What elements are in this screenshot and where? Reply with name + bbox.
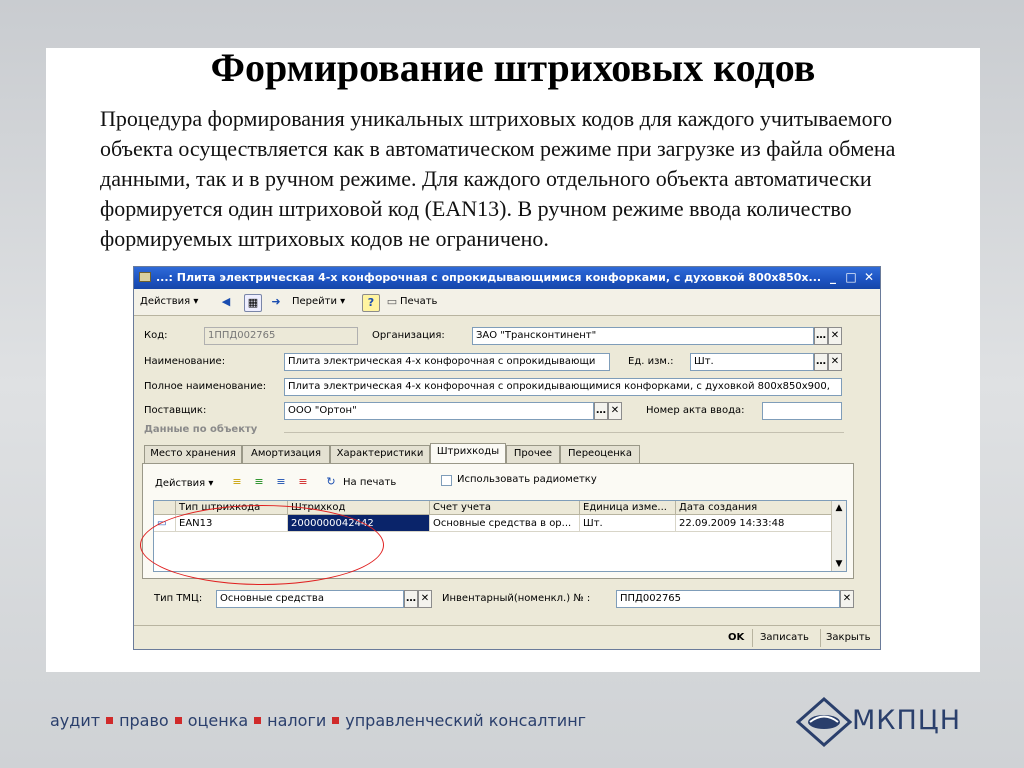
- scroll-up-icon[interactable]: ▲: [832, 501, 846, 515]
- window-title: ...: Плита электрическая 4-х конфорочная…: [156, 271, 822, 284]
- copy-row-icon[interactable]: ≡: [251, 474, 267, 490]
- save-button[interactable]: Записать: [760, 631, 809, 645]
- printer-icon[interactable]: ▭: [384, 294, 400, 310]
- footer-tagline: аудит право оценка налоги управленческий кон…: [50, 711, 586, 730]
- select-button[interactable]: …: [404, 590, 418, 608]
- tagline-item: налоги: [267, 711, 327, 730]
- row-marker-header: [154, 501, 176, 515]
- section-divider: [284, 432, 844, 433]
- goto-menu[interactable]: Перейти ▾: [292, 295, 345, 309]
- act-number-field[interactable]: [762, 402, 842, 420]
- panel-actions-menu[interactable]: Действия ▾: [155, 476, 213, 492]
- tagline-item: аудит: [50, 711, 101, 730]
- structure-icon[interactable]: ▦: [244, 294, 262, 312]
- select-button[interactable]: …: [814, 327, 828, 345]
- go-icon[interactable]: ➜: [268, 294, 284, 310]
- maximize-icon[interactable]: □: [844, 270, 858, 284]
- slide-title: Формирование штриховых кодов: [210, 45, 816, 90]
- name-field[interactable]: Плита электрическая 4-х конфорочная с оп…: [284, 353, 610, 371]
- tab-characteristics[interactable]: Характеристики: [330, 445, 430, 463]
- tmc-type-field[interactable]: Основные средства: [216, 590, 404, 608]
- button-bar: OK Записать Закрыть: [134, 625, 880, 649]
- fullname-label: Полное наименование:: [144, 381, 267, 392]
- scroll-down-icon[interactable]: ▼: [832, 557, 846, 571]
- section-title: Данные по объекту: [144, 424, 258, 435]
- add-row-icon[interactable]: ≡: [229, 474, 245, 490]
- tab-revaluation[interactable]: Переоценка: [560, 445, 640, 463]
- divider: [820, 629, 821, 647]
- help-icon[interactable]: ?: [362, 294, 380, 312]
- name-label: Наименование:: [144, 356, 226, 367]
- actions-menu[interactable]: Действия ▾: [140, 295, 198, 309]
- tagline-item: право: [119, 711, 169, 730]
- radio-tag-checkbox[interactable]: [441, 475, 452, 486]
- column-header[interactable]: Дата создания: [676, 501, 832, 515]
- clear-icon[interactable]: ✕: [840, 590, 854, 608]
- bullet-dot: [174, 717, 182, 724]
- vertical-scrollbar[interactable]: ▲ ▼: [831, 501, 846, 571]
- clear-icon[interactable]: ✕: [828, 327, 842, 345]
- supplier-label: Поставщик:: [144, 405, 207, 416]
- minimize-icon[interactable]: _: [826, 270, 840, 284]
- ok-button[interactable]: OK: [728, 631, 744, 645]
- catalog-item-window: ...: Плита электрическая 4-х конфорочная…: [133, 266, 881, 650]
- tab-storage[interactable]: Место хранения: [144, 445, 242, 463]
- tab-depreciation[interactable]: Амортизация: [242, 445, 330, 463]
- column-header[interactable]: Единица изме...: [580, 501, 676, 515]
- table-cell[interactable]: Основные средства в ор...: [430, 515, 580, 532]
- window-titlebar[interactable]: ...: Плита электрическая 4-х конфорочная…: [134, 267, 880, 289]
- radio-tag-label: Использовать радиометку: [457, 474, 597, 485]
- form-icon: [139, 272, 151, 282]
- tagline-item: оценка: [187, 711, 249, 730]
- print-button[interactable]: Печать: [400, 295, 437, 309]
- supplier-field[interactable]: ООО "Ортон": [284, 402, 594, 420]
- tmc-type-label: Тип ТМЦ:: [154, 593, 203, 604]
- tab-barcodes[interactable]: Штрихкоды: [430, 443, 506, 464]
- table-cell[interactable]: Шт.: [580, 515, 676, 532]
- delete-row-icon[interactable]: ≡: [295, 474, 311, 490]
- clear-icon[interactable]: ✕: [418, 590, 432, 608]
- tab-other[interactable]: Прочее: [506, 445, 560, 463]
- bullet-dot: [254, 717, 262, 724]
- select-button[interactable]: …: [814, 353, 828, 371]
- bullet-dot: [106, 717, 114, 724]
- act-label: Номер акта ввода:: [646, 405, 745, 416]
- divider: [752, 629, 753, 647]
- close-icon[interactable]: ✕: [862, 270, 876, 284]
- edit-row-icon[interactable]: ≡: [273, 474, 289, 490]
- company-logo: МКПЦН: [795, 696, 996, 748]
- highlight-ellipse: [140, 505, 384, 585]
- fullname-field[interactable]: Плита электрическая 4-х конфорочная с оп…: [284, 378, 842, 396]
- to-print-button[interactable]: На печать: [343, 475, 396, 491]
- code-field[interactable]: 1ППД002765: [204, 327, 358, 345]
- slide-body: Процедура формирования уникальных штрихо…: [100, 106, 896, 251]
- unit-field[interactable]: Шт.: [690, 353, 814, 371]
- refresh-icon[interactable]: ↻: [323, 474, 339, 490]
- toolbar: Действия ▾ ◀ ▦ ➜ Перейти ▾ ? ▭ Печать: [134, 289, 880, 316]
- unit-label: Ед. изм.:: [628, 356, 674, 367]
- table-cell[interactable]: 22.09.2009 14:33:48: [676, 515, 832, 532]
- org-label: Организация:: [372, 330, 445, 341]
- column-header[interactable]: Счет учета: [430, 501, 580, 515]
- bullet-dot: [332, 717, 340, 724]
- clear-icon[interactable]: ✕: [828, 353, 842, 371]
- clear-icon[interactable]: ✕: [608, 402, 622, 420]
- code-label: Код:: [144, 330, 168, 341]
- logo-emblem-icon: [795, 696, 853, 748]
- logo-text: МКПЦН: [852, 705, 962, 736]
- tagline-item: управленческий консалтинг: [345, 711, 587, 730]
- organization-field[interactable]: ЗАО "Трансконтинент": [472, 327, 814, 345]
- close-button[interactable]: Закрыть: [826, 631, 871, 645]
- inventory-label: Инвентарный(номенкл.) № :: [442, 593, 591, 604]
- select-button[interactable]: …: [594, 402, 608, 420]
- arrow-left-icon[interactable]: ◀: [218, 294, 234, 310]
- inventory-number-field[interactable]: ППД002765: [616, 590, 840, 608]
